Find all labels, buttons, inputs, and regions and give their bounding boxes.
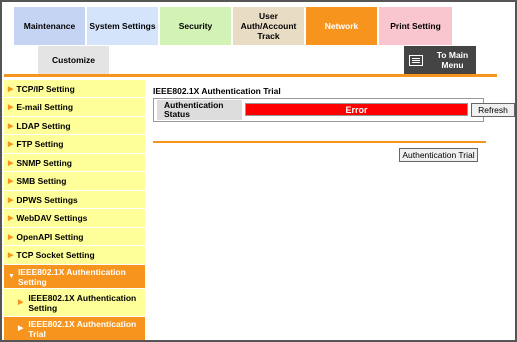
sidebar-item-webdav[interactable]: ▶ WebDAV Settings (4, 209, 145, 228)
page-title: IEEE802.1X Authentication Trial (153, 86, 281, 96)
sidebar-item-label: DPWS Settings (16, 194, 78, 205)
sidebar-item-smb[interactable]: ▶ SMB Setting (4, 172, 145, 191)
auth-status-panel: Authentication Status Error Refresh (153, 98, 515, 122)
content-divider (153, 141, 486, 143)
sidebar-item-snmp[interactable]: ▶ SNMP Setting (4, 154, 145, 172)
sidebar-item-label: TCP/IP Setting (16, 83, 75, 94)
sidebar-item-label: SNMP Setting (16, 157, 72, 168)
arrow-right-icon: ▶ (18, 298, 24, 306)
sidebar-item-label: FTP Setting (16, 139, 64, 149)
sidebar-item-label: OpenAPI Setting (16, 231, 84, 242)
sidebar-item-email[interactable]: ▶ E-mail Setting (4, 98, 145, 117)
window-frame: Maintenance System Settings Security Use… (0, 0, 517, 342)
sidebar-item-tcp-socket[interactable]: ▶ TCP Socket Setting (4, 246, 145, 265)
auth-status-value: Error (245, 103, 468, 116)
sidebar-item-label: SMB Setting (16, 176, 67, 186)
arrow-right-icon: ▶ (8, 104, 14, 111)
main-menu-icon (409, 54, 423, 66)
arrow-right-icon: ▶ (8, 159, 14, 167)
to-main-menu-button[interactable]: To Main Menu (404, 46, 476, 74)
sidebar-subitem-ieee-trial[interactable]: ▶ IEEE802.1X Authentication Trial (4, 317, 145, 340)
arrow-right-icon: ▶ (18, 325, 24, 332)
sidebar-item-label: E-mail Setting (16, 102, 74, 112)
sidebar-item-ieee8021x[interactable]: ▼ IEEE802.1X Authentication Setting (4, 265, 145, 289)
arrow-right-icon: ▶ (8, 141, 14, 148)
sidebar-item-dpws[interactable]: ▶ DPWS Settings (4, 191, 145, 209)
arrow-right-icon: ▶ (8, 85, 14, 93)
sidebar-subitem-label: IEEE802.1X Authentication Setting (28, 292, 137, 313)
tab-network[interactable]: Network (306, 7, 377, 45)
arrow-right-icon: ▶ (8, 178, 14, 185)
sidebar: ▶ TCP/IP Setting ▶ E-mail Setting ▶ LDAP Se… (4, 80, 145, 340)
auth-status-label: Authentication Status (157, 100, 242, 120)
arrow-right-icon: ▶ (8, 252, 14, 259)
sidebar-item-label: WebDAV Settings (16, 213, 88, 223)
sidebar-item-ftp[interactable]: ▶ FTP Setting (4, 135, 145, 154)
sidebar-item-openapi[interactable]: ▶ OpenAPI Setting (4, 228, 145, 246)
arrow-right-icon: ▶ (8, 196, 14, 204)
sidebar-item-tcpip[interactable]: ▶ TCP/IP Setting (4, 80, 145, 98)
tab-security[interactable]: Security (160, 7, 231, 45)
to-main-menu-label: To Main Menu (436, 50, 469, 70)
tab-maintenance[interactable]: Maintenance (14, 7, 85, 45)
arrow-right-icon: ▶ (8, 122, 14, 130)
tab-system-settings[interactable]: System Settings (87, 7, 158, 45)
sidebar-item-label: TCP Socket Setting (16, 250, 95, 260)
tab-customize[interactable]: Customize (38, 46, 109, 74)
refresh-button[interactable]: Refresh (471, 103, 515, 117)
tab-user-auth[interactable]: User Auth/Account Track (233, 7, 304, 45)
sidebar-item-label: LDAP Setting (16, 120, 71, 131)
sidebar-item-label: IEEE802.1X Authentication Setting (17, 266, 126, 287)
tab-print-setting[interactable]: Print Setting (379, 7, 452, 45)
sidebar-subitem-label: IEEE802.1X Authentication Trial (28, 319, 137, 339)
arrow-right-icon: ▶ (8, 215, 14, 222)
sidebar-subitem-ieee-setting[interactable]: ▶ IEEE802.1X Authentication Setting (4, 289, 145, 317)
arrow-down-icon: ▼ (8, 272, 15, 280)
sidebar-item-ldap[interactable]: ▶ LDAP Setting (4, 117, 145, 135)
arrow-right-icon: ▶ (8, 233, 14, 241)
authentication-trial-button[interactable]: Authentication Trial (399, 148, 478, 162)
header-divider (4, 74, 497, 77)
